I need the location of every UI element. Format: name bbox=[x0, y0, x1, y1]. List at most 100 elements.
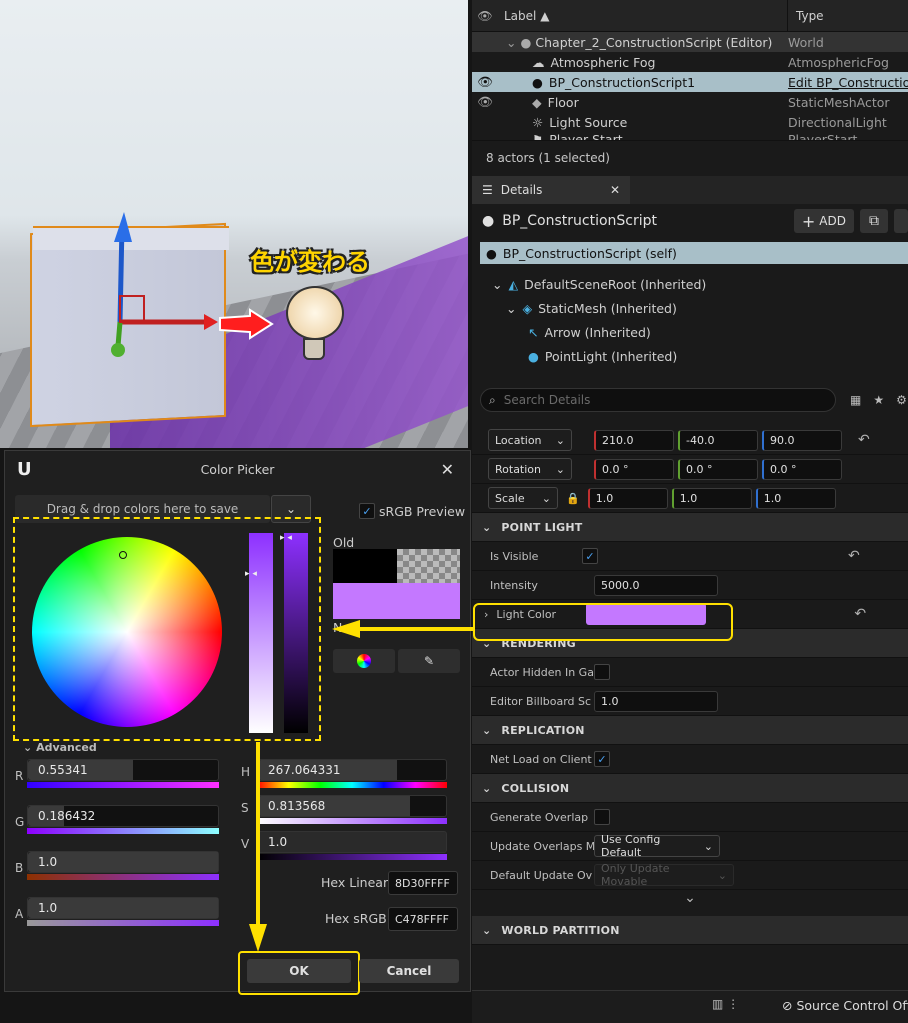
v-slider[interactable]: 1.0 bbox=[257, 831, 447, 860]
rotation-y[interactable]: 0.0 ° bbox=[678, 458, 758, 480]
lock-icon[interactable] bbox=[894, 209, 908, 233]
location-y[interactable]: -40.0 bbox=[678, 429, 758, 451]
level-viewport[interactable]: 色が変わる bbox=[0, 0, 468, 448]
label-column-header[interactable]: Label ▲ bbox=[498, 0, 788, 32]
location-z[interactable]: 90.0 bbox=[762, 429, 842, 451]
edit-blueprint-link[interactable]: Edit BP_ConstructionScript1 bbox=[788, 75, 908, 90]
location-row: Location ⌄ 210.0 -40.0 90.0 ↶ bbox=[472, 426, 908, 455]
intensity-input[interactable]: 5000.0 bbox=[594, 574, 718, 596]
location-dropdown[interactable]: Location ⌄ bbox=[488, 429, 572, 451]
advanced-toggle[interactable]: ⌄ Advanced bbox=[23, 741, 97, 754]
transform-gizmo[interactable] bbox=[100, 206, 290, 366]
reset-icon[interactable]: ↶ bbox=[854, 606, 866, 622]
derived-data-icon[interactable]: ▥ ⋮ bbox=[712, 997, 739, 1011]
add-component-button[interactable]: + ADD bbox=[793, 209, 854, 233]
blueprint-icon[interactable]: ⧉ bbox=[860, 209, 888, 233]
is-visible-checkbox[interactable]: ✓ bbox=[582, 548, 598, 564]
rotation-z[interactable]: 0.0 ° bbox=[762, 458, 842, 480]
scale-row: Scale ⌄ 🔒 1.0 1.0 1.0 bbox=[472, 484, 908, 513]
hex-srgb-input[interactable]: C478FFFF bbox=[388, 907, 458, 931]
eye-icon[interactable]: 👁 bbox=[472, 74, 498, 90]
generate-overlap-checkbox[interactable] bbox=[594, 809, 610, 825]
chevron-down-icon[interactable]: ⌄ bbox=[492, 277, 502, 292]
g-slider[interactable]: 0.186432 bbox=[27, 805, 219, 834]
srgb-checkbox[interactable]: ✓ bbox=[359, 503, 375, 519]
section-collision[interactable]: ⌄ COLLISION bbox=[472, 774, 908, 803]
fog-icon: ☁ bbox=[532, 54, 545, 70]
outliner-row[interactable]: ☁ Atmospheric Fog AtmosphericFog bbox=[472, 52, 908, 72]
old-alpha-swatch bbox=[397, 549, 460, 583]
eye-icon[interactable]: 👁 bbox=[472, 9, 498, 23]
reset-icon[interactable]: ↶ bbox=[848, 548, 860, 564]
component-item[interactable]: ● PointLight (Inherited) bbox=[472, 344, 908, 368]
outliner-row[interactable]: 👁 ◆ Floor StaticMeshActor bbox=[472, 92, 908, 112]
cancel-button[interactable]: Cancel bbox=[359, 959, 459, 983]
point-light-icon[interactable] bbox=[286, 286, 344, 340]
outliner-row[interactable]: ⌄ ● Chapter_2_ConstructionScript (Editor) … bbox=[472, 32, 908, 52]
scale-y[interactable]: 1.0 bbox=[671, 487, 752, 509]
chevron-down-icon: ⌄ bbox=[703, 839, 713, 853]
lock-icon[interactable]: 🔒 bbox=[566, 492, 580, 505]
scene-root-icon: ◭ bbox=[508, 276, 519, 292]
old-color-swatch[interactable] bbox=[333, 549, 397, 583]
row-label: Light Source bbox=[549, 114, 628, 130]
scale-dropdown[interactable]: Scale ⌄ bbox=[488, 487, 558, 509]
update-overlaps-dropdown[interactable]: Use Config Default ⌄ bbox=[594, 833, 720, 859]
component-item[interactable]: ⌄ ◈ StaticMesh (Inherited) bbox=[472, 296, 908, 320]
saturation-slider[interactable] bbox=[249, 533, 273, 733]
outliner-row-selected[interactable]: 👁 ● BP_ConstructionScript1 Edit BP_Constr… bbox=[472, 72, 908, 92]
scale-x[interactable]: 1.0 bbox=[587, 487, 668, 509]
color-wheel-mode-button[interactable] bbox=[333, 649, 395, 673]
reset-icon[interactable]: ↶ bbox=[858, 432, 870, 448]
section-world-partition[interactable]: ⌄ WORLD PARTITION bbox=[472, 916, 908, 945]
star-icon[interactable]: ★ bbox=[873, 393, 884, 407]
search-input[interactable]: ⌕ Search Details bbox=[480, 388, 836, 412]
location-x[interactable]: 210.0 bbox=[594, 429, 674, 451]
grid-icon[interactable]: ▦ bbox=[850, 393, 861, 407]
hex-linear-input[interactable]: 8D30FFFF bbox=[388, 871, 458, 895]
outliner-row[interactable]: ☼ Light Source DirectionalLight bbox=[472, 112, 908, 132]
actor-hidden-checkbox[interactable] bbox=[594, 664, 610, 680]
ok-button[interactable]: OK bbox=[247, 959, 351, 983]
color-wheel[interactable] bbox=[32, 537, 222, 727]
scale-z[interactable]: 1.0 bbox=[755, 487, 836, 509]
chevron-down-icon[interactable]: ⌄ bbox=[506, 301, 516, 316]
source-control-status[interactable]: ⊘ Source Control Off bbox=[782, 998, 908, 1013]
section-replication[interactable]: ⌄ REPLICATION bbox=[472, 716, 908, 745]
r-slider[interactable]: 0.55341 bbox=[27, 759, 219, 788]
component-item[interactable]: ↖ Arrow (Inherited) bbox=[472, 320, 908, 344]
eye-icon[interactable]: 👁 bbox=[472, 94, 498, 110]
rotation-dropdown[interactable]: Rotation ⌄ bbox=[488, 458, 572, 480]
value-slider[interactable] bbox=[284, 533, 308, 733]
component-self[interactable]: ● BP_ConstructionScript (self) bbox=[480, 242, 908, 264]
color-picker-window: U Color Picker ✕ Drag & drop colors here… bbox=[4, 450, 471, 995]
tab-label: Details bbox=[500, 183, 543, 197]
close-icon[interactable]: ✕ bbox=[610, 183, 620, 197]
row-type: StaticMeshActor bbox=[788, 94, 890, 110]
section-point-light[interactable]: ⌄ POINT LIGHT bbox=[472, 513, 908, 542]
wheel-selector[interactable] bbox=[119, 551, 127, 559]
expand-advanced-icon[interactable]: ⌄ bbox=[472, 890, 908, 916]
r-label: R bbox=[15, 769, 24, 783]
tab-details[interactable]: ☰ Details ✕ bbox=[472, 176, 630, 204]
h-slider[interactable]: 267.064331 bbox=[257, 759, 447, 788]
outliner-row[interactable]: ⚑ Player Start PlayerStart bbox=[472, 132, 908, 140]
billboard-scale-input[interactable]: 1.0 bbox=[594, 690, 718, 712]
b-slider[interactable]: 1.0 bbox=[27, 851, 219, 880]
update-overlaps-row: Update Overlaps M Use Config Default ⌄ bbox=[472, 832, 908, 861]
net-load-checkbox[interactable]: ✓ bbox=[594, 751, 610, 767]
component-item[interactable]: ⌄ ◭ DefaultSceneRoot (Inherited) bbox=[472, 272, 908, 296]
gear-icon[interactable]: ⚙ bbox=[896, 393, 907, 407]
rotation-x[interactable]: 0.0 ° bbox=[594, 458, 674, 480]
actor-name: BP_ConstructionScript bbox=[502, 213, 658, 229]
eyedropper-button[interactable]: ✎ bbox=[398, 649, 460, 673]
srgb-preview-toggle[interactable]: ✓ sRGB Preview bbox=[359, 503, 465, 519]
default-update-dropdown[interactable]: Only Update Movable ⌄ bbox=[594, 862, 734, 888]
s-slider[interactable]: 0.813568 bbox=[257, 795, 447, 824]
a-slider[interactable]: 1.0 bbox=[27, 897, 219, 926]
chevron-down-icon[interactable]: ⌄ bbox=[506, 35, 516, 50]
arrow-icon: ↖ bbox=[528, 324, 539, 340]
close-icon[interactable]: ✕ bbox=[441, 460, 454, 479]
type-column-header[interactable]: Type bbox=[788, 9, 824, 23]
chevron-down-icon: ⌄ bbox=[23, 741, 33, 754]
